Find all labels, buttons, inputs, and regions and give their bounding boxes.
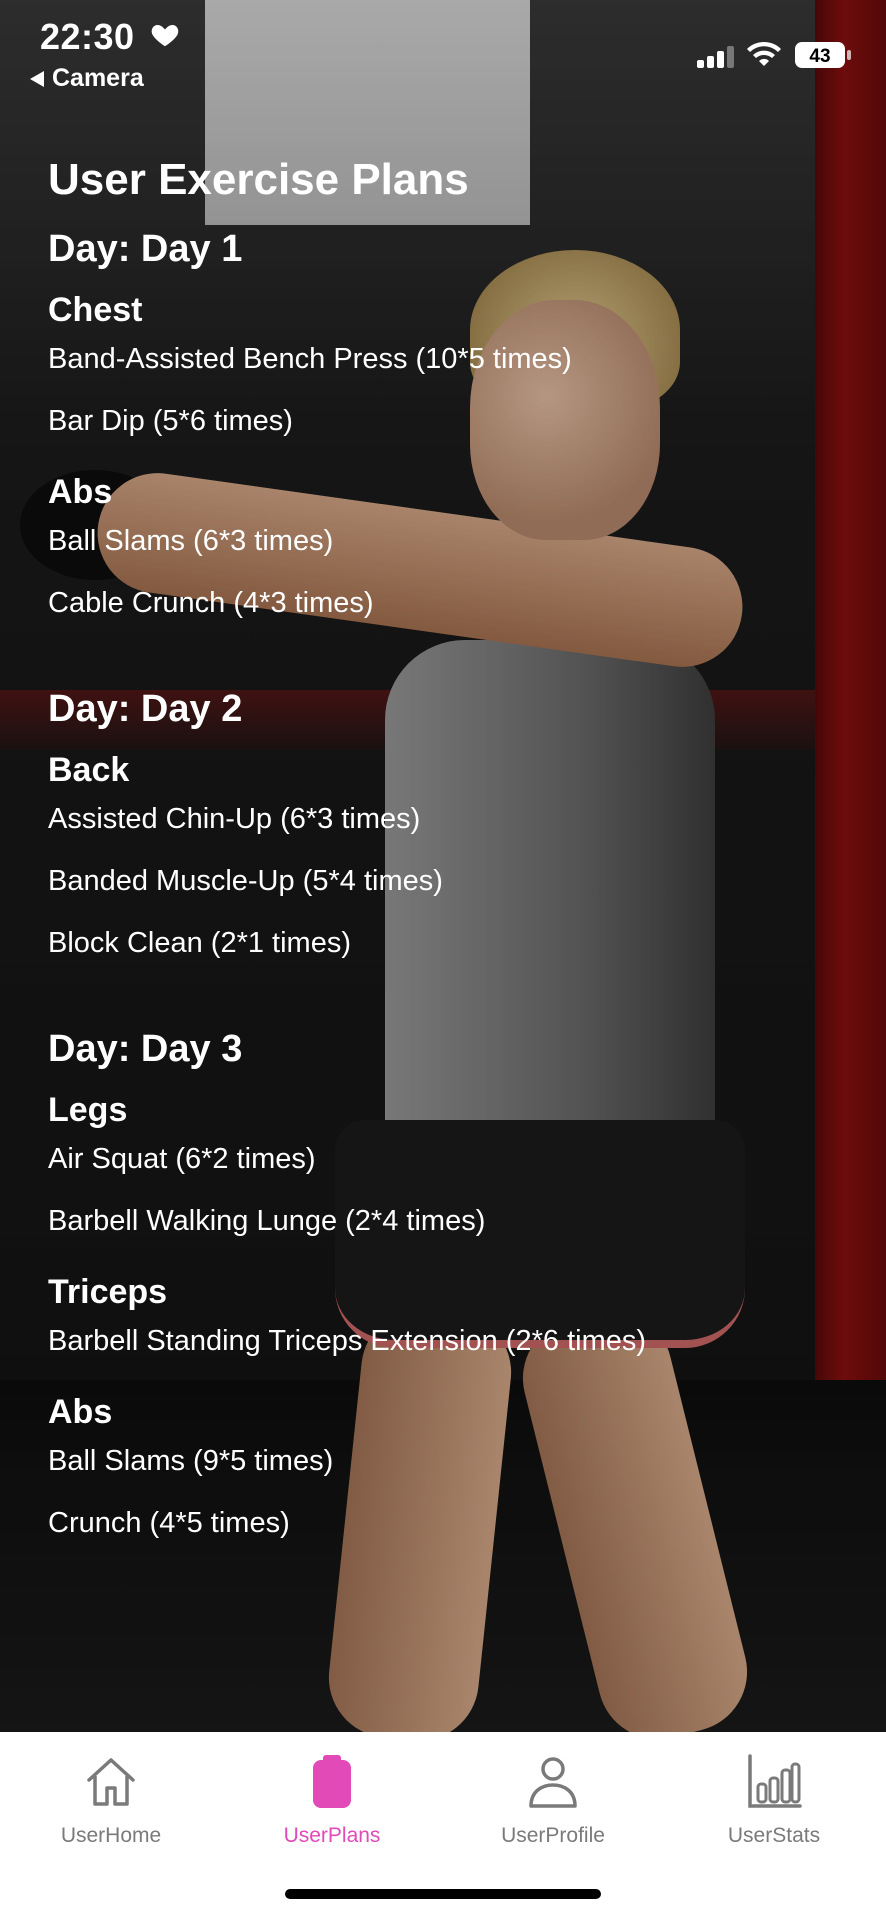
muscle-group-title: Chest <box>48 291 143 329</box>
home-icon <box>87 1758 135 1806</box>
exercise-item: Block Clean (2*1 times) <box>48 927 351 959</box>
exercise-item: Assisted Chin-Up (6*3 times) <box>48 803 421 835</box>
exercise-plans-content: User Exercise Plans Day: Day 1 Chest Ban… <box>48 150 868 1544</box>
back-label: Camera <box>52 64 144 92</box>
page-title: User Exercise Plans <box>48 155 469 204</box>
exercise-item: Ball Slams (9*5 times) <box>48 1445 334 1477</box>
exercise-item: Cable Crunch (4*3 times) <box>48 587 374 619</box>
back-to-camera-link[interactable]: Camera <box>30 64 144 93</box>
muscle-group: Abs Ball Slams (9*5 times) Crunch (4*5 t… <box>48 1390 868 1544</box>
day-section: Day: Day 2 Back Assisted Chin-Up (6*3 ti… <box>48 684 868 964</box>
status-time: 22:30 <box>40 16 135 57</box>
exercise-item: Barbell Standing Triceps Extension (2*6 … <box>48 1325 647 1357</box>
day-title: Day: Day 2 <box>48 688 243 730</box>
tab-label: UserStats <box>727 1824 821 1847</box>
cellular-signal-icon <box>697 46 734 68</box>
person-icon <box>529 1757 577 1808</box>
exercise-item: Banded Muscle-Up (5*4 times) <box>48 865 443 897</box>
home-indicator[interactable] <box>285 1889 601 1899</box>
wifi-icon <box>747 41 781 66</box>
tab-label: UserPlans <box>283 1824 381 1847</box>
exercise-item: Ball Slams (6*3 times) <box>48 525 334 557</box>
tab-userhome[interactable]: UserHome <box>0 1752 222 1862</box>
exercise-item: Crunch (4*5 times) <box>48 1507 290 1539</box>
battery-icon: 43 <box>795 42 851 68</box>
exercise-item: Air Squat (6*2 times) <box>48 1143 316 1175</box>
battery-level: 43 <box>809 46 830 67</box>
muscle-group-title: Legs <box>48 1091 128 1129</box>
back-arrow-icon <box>30 70 44 87</box>
bar-chart-icon <box>748 1754 802 1808</box>
clipboard-icon <box>313 1755 351 1808</box>
day-section: Day: Day 3 Legs Air Squat (6*2 times) Ba… <box>48 1024 868 1544</box>
heart-icon <box>151 25 179 47</box>
muscle-group-title: Triceps <box>48 1273 168 1311</box>
muscle-group: Triceps Barbell Standing Triceps Extensi… <box>48 1270 868 1362</box>
muscle-group: Abs Ball Slams (6*3 times) Cable Crunch … <box>48 470 868 624</box>
muscle-group-title: Back <box>48 751 130 789</box>
muscle-group: Legs Air Squat (6*2 times) Barbell Walki… <box>48 1088 868 1242</box>
exercise-item: Bar Dip (5*6 times) <box>48 405 293 437</box>
tab-label: UserHome <box>60 1824 162 1847</box>
muscle-group-title: Abs <box>48 473 113 511</box>
exercise-item: Band-Assisted Bench Press (10*5 times) <box>48 343 572 375</box>
day-title: Day: Day 1 <box>48 228 243 270</box>
tab-userplans[interactable]: UserPlans <box>221 1752 443 1862</box>
tab-userprofile[interactable]: UserProfile <box>442 1752 664 1862</box>
tab-userstats[interactable]: UserStats <box>663 1752 885 1862</box>
tab-label: UserProfile <box>501 1824 605 1847</box>
day-title: Day: Day 3 <box>48 1028 243 1070</box>
exercise-item: Barbell Walking Lunge (2*4 times) <box>48 1205 486 1237</box>
muscle-group-title: Abs <box>48 1393 113 1431</box>
muscle-group: Chest Band-Assisted Bench Press (10*5 ti… <box>48 288 868 442</box>
muscle-group: Back Assisted Chin-Up (6*3 times) Banded… <box>48 748 868 964</box>
status-bar: 22:30 Camera 43 <box>0 0 886 100</box>
day-section: Day: Day 1 Chest Band-Assisted Bench Pre… <box>48 224 868 624</box>
